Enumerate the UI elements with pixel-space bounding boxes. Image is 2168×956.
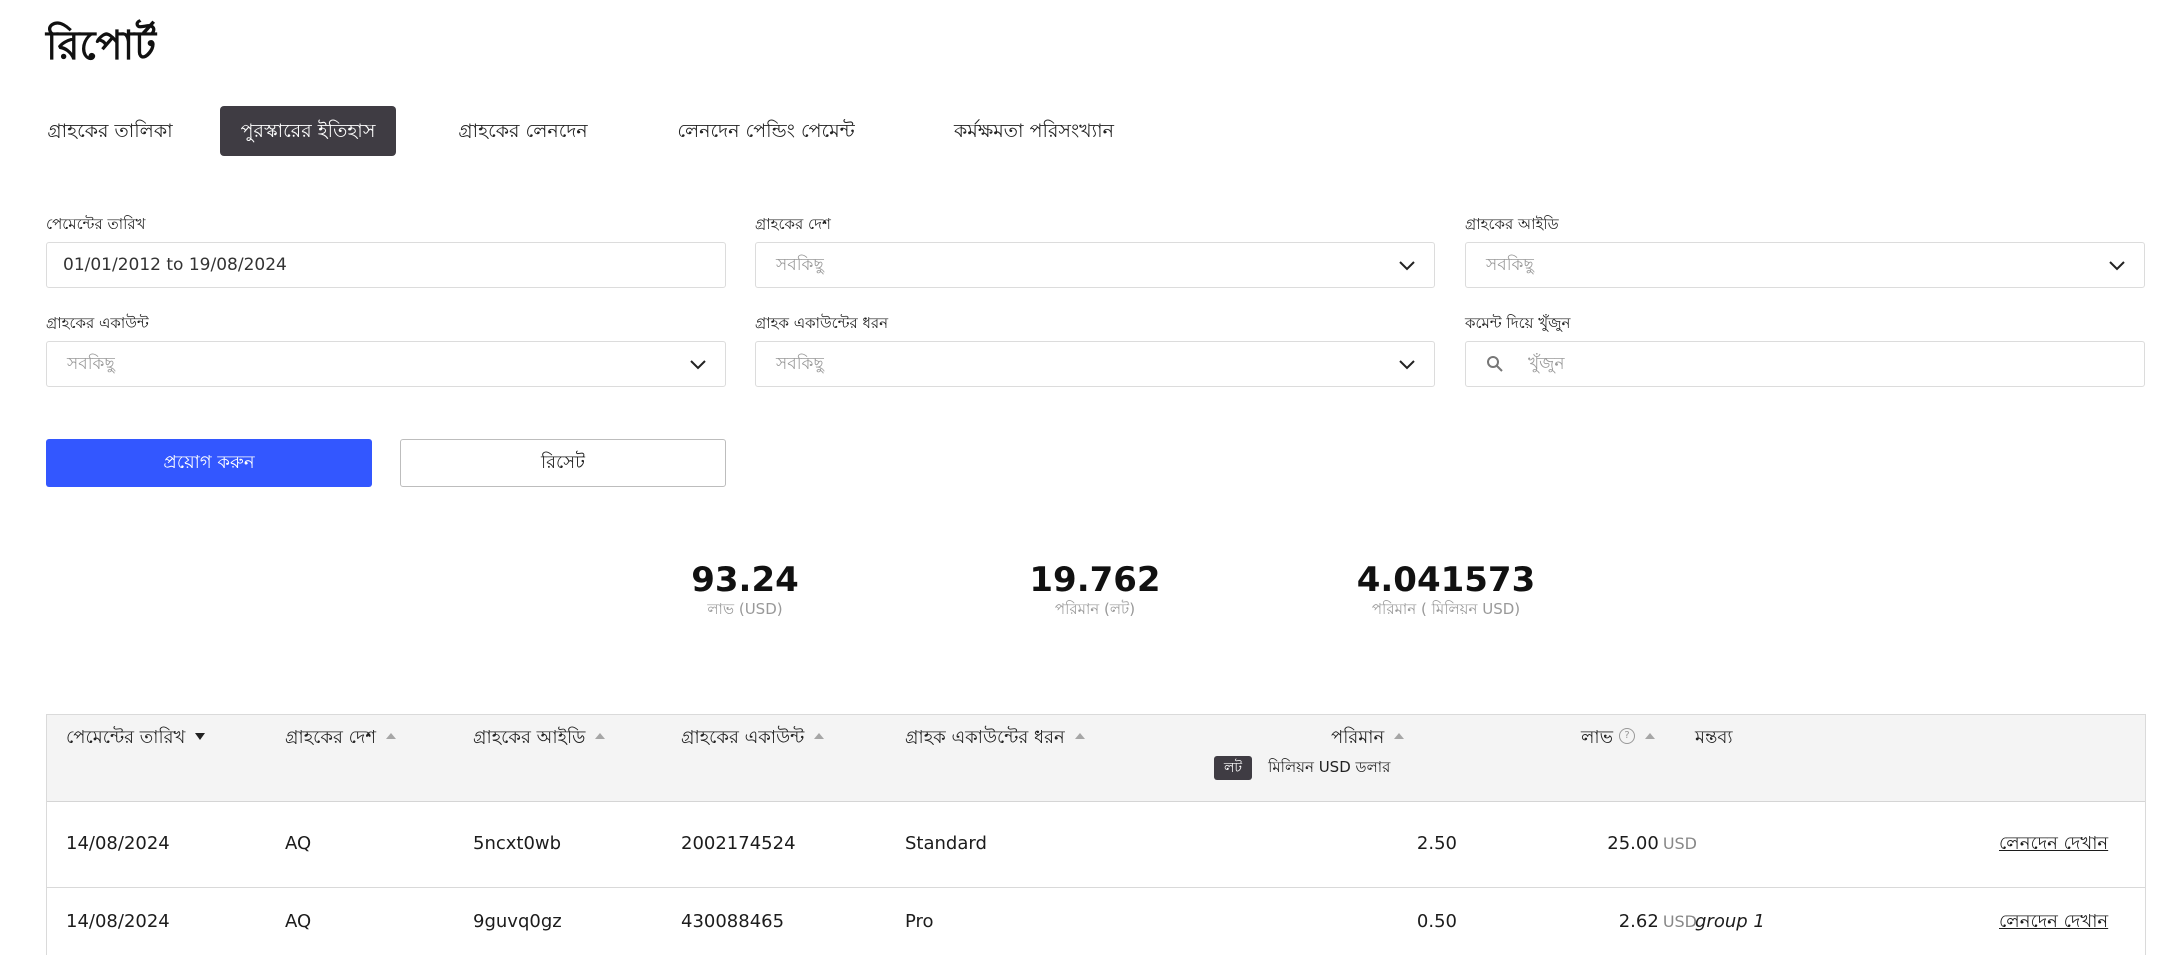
filter-client-id: গ্রাহকের আইডি সবকিছু bbox=[1465, 214, 2145, 288]
sort-asc-icon[interactable] bbox=[1074, 733, 1085, 739]
column-label: গ্রাহক একাউন্টের ধরন bbox=[905, 727, 1065, 748]
page-title: রিপোর্ট bbox=[46, 23, 157, 69]
volume-unit-toggle: লট মিলিয়ন USD ডলার bbox=[1214, 755, 1390, 781]
column-label: মন্তব্য bbox=[1695, 727, 1733, 748]
stat-value: 19.762 bbox=[1029, 560, 1161, 600]
stat-value: 4.041573 bbox=[1356, 560, 1536, 600]
view-transactions-link[interactable]: লেনদেন দেখান bbox=[1999, 888, 2108, 956]
stat-value: 93.24 bbox=[691, 560, 799, 600]
cell-account-type: Pro bbox=[905, 911, 934, 932]
stat-label: পরিমান ( মিলিয়ন USD) bbox=[1371, 600, 1521, 618]
column-header-payment-date[interactable]: পেমেন্টের তারিখ bbox=[66, 725, 206, 751]
cell-account: 2002174524 bbox=[681, 833, 796, 854]
column-header-country[interactable]: গ্রাহকের দেশ bbox=[285, 725, 397, 751]
cell-country: AQ bbox=[285, 911, 312, 932]
reset-button[interactable]: রিসেট bbox=[400, 439, 726, 487]
stat-label: পরিমান (লট) bbox=[1054, 600, 1136, 618]
chevron-down-icon[interactable] bbox=[689, 355, 707, 373]
payment-date-value: 01/01/2012 to 19/08/2024 bbox=[63, 255, 287, 275]
unit-lot-button[interactable]: লট bbox=[1214, 756, 1253, 780]
tab-reward-history[interactable]: পুরস্কারের ইতিহাস bbox=[220, 106, 396, 156]
select-placeholder: সবকিছু bbox=[776, 354, 824, 374]
sort-asc-icon[interactable] bbox=[814, 733, 825, 739]
client-account-select[interactable]: সবকিছু bbox=[46, 341, 726, 387]
filter-account-type: গ্রাহক একাউন্টের ধরন সবকিছু bbox=[755, 313, 1435, 387]
column-header-comment: মন্তব্য bbox=[1695, 725, 1733, 751]
view-transactions-link[interactable]: লেনদেন দেখান bbox=[1999, 801, 2108, 887]
chevron-down-icon[interactable] bbox=[1398, 355, 1416, 373]
cell-date: 14/08/2024 bbox=[66, 833, 170, 854]
filter-comment-search: কমেন্ট দিয়ে খুঁজুন খুঁজুন bbox=[1465, 313, 2145, 387]
select-placeholder: সবকিছু bbox=[776, 255, 824, 275]
cell-profit: 25.00 USD bbox=[1497, 801, 1697, 887]
stat-profit: 93.24 লাভ (USD) bbox=[595, 560, 895, 618]
sort-asc-icon[interactable] bbox=[1645, 733, 1656, 739]
search-icon bbox=[1487, 356, 1503, 372]
report-tabs: গ্রাহকের তালিকা পুরস্কারের ইতিহাস গ্রাহক… bbox=[46, 106, 1144, 156]
search-placeholder: খুঁজুন bbox=[1528, 354, 1565, 374]
filter-label: কমেন্ট দিয়ে খুঁজুন bbox=[1465, 314, 1571, 332]
filter-label: গ্রাহকের একাউন্ট bbox=[46, 314, 149, 332]
account-type-select[interactable]: সবকিছু bbox=[755, 341, 1435, 387]
column-label: লাভ bbox=[1581, 727, 1614, 748]
select-placeholder: সবকিছু bbox=[67, 354, 115, 374]
column-header-account[interactable]: গ্রাহকের একাউন্ট bbox=[681, 725, 825, 751]
column-label: গ্রাহকের দেশ bbox=[285, 727, 377, 748]
cell-country: AQ bbox=[285, 833, 312, 854]
filter-client-country: গ্রাহকের দেশ সবকিছু bbox=[755, 214, 1435, 288]
sort-asc-icon[interactable] bbox=[386, 733, 397, 739]
table-row: 14/08/2024 AQ 9guvq0gz 430088465 Pro 0.5… bbox=[47, 888, 2145, 956]
chevron-down-icon[interactable] bbox=[2108, 256, 2126, 274]
filter-label: গ্রাহক একাউন্টের ধরন bbox=[755, 314, 889, 332]
column-header-account-type[interactable]: গ্রাহক একাউন্টের ধরন bbox=[905, 725, 1085, 751]
cell-comment: group 1 bbox=[1695, 911, 1765, 932]
column-label: গ্রাহকের আইডি bbox=[473, 727, 586, 748]
profit-value: 25.00 bbox=[1607, 833, 1659, 854]
tab-pending-payments[interactable]: লেনদেন পেন্ডিং পেমেন্ট bbox=[666, 106, 866, 156]
column-header-profit[interactable]: লাভ? bbox=[1581, 725, 1656, 751]
column-header-client-id[interactable]: গ্রাহকের আইডি bbox=[473, 725, 606, 751]
cell-client-id: 5ncxt0wb bbox=[473, 833, 562, 854]
sort-desc-icon[interactable] bbox=[195, 732, 206, 740]
column-label: পরিমান bbox=[1331, 727, 1385, 748]
filter-client-account: গ্রাহকের একাউন্ট সবকিছু bbox=[46, 313, 726, 387]
stat-label: লাভ (USD) bbox=[707, 600, 783, 618]
help-icon[interactable]: ? bbox=[1619, 728, 1636, 744]
filter-payment-date: পেমেন্টের তারিখ 01/01/2012 to 19/08/2024 bbox=[46, 214, 726, 288]
cell-profit: 2.62 USD bbox=[1497, 888, 1697, 956]
cell-volume: 0.50 bbox=[1416, 911, 1457, 932]
table-row: 14/08/2024 AQ 5ncxt0wb 2002174524 Standa… bbox=[47, 801, 2145, 888]
payment-date-input[interactable]: 01/01/2012 to 19/08/2024 bbox=[46, 242, 726, 288]
profit-value: 2.62 bbox=[1618, 911, 1659, 932]
tab-performance-stats[interactable]: কর্মক্ষমতা পরিসংখ্যান bbox=[924, 106, 1144, 156]
column-label: গ্রাহকের একাউন্ট bbox=[681, 727, 805, 748]
cell-account-type: Standard bbox=[905, 833, 987, 854]
cell-volume: 2.50 bbox=[1416, 833, 1457, 854]
chevron-down-icon[interactable] bbox=[1398, 256, 1416, 274]
sort-asc-icon[interactable] bbox=[1394, 733, 1405, 739]
profit-currency: USD bbox=[1662, 912, 1697, 931]
rewards-table: পেমেন্টের তারিখ গ্রাহকের দেশ গ্রাহকের আই… bbox=[46, 714, 2146, 955]
column-header-volume[interactable]: পরিমান bbox=[1331, 725, 1405, 751]
sort-asc-icon[interactable] bbox=[595, 733, 606, 739]
comment-search-input[interactable]: খুঁজুন bbox=[1465, 341, 2145, 387]
filter-label: গ্রাহকের আইডি bbox=[1465, 215, 1559, 233]
filter-label: গ্রাহকের দেশ bbox=[755, 215, 831, 233]
stat-volume-lots: 19.762 পরিমান (লট) bbox=[945, 560, 1245, 618]
filter-label: পেমেন্টের তারিখ bbox=[46, 215, 146, 233]
cell-date: 14/08/2024 bbox=[66, 911, 170, 932]
unit-usd-button[interactable]: মিলিয়ন USD ডলার bbox=[1268, 756, 1390, 781]
apply-button[interactable]: প্রয়োগ করুন bbox=[46, 439, 372, 487]
stat-volume-usd: 4.041573 পরিমান ( মিলিয়ন USD) bbox=[1296, 560, 1596, 618]
column-label: পেমেন্টের তারিখ bbox=[66, 727, 186, 748]
client-id-select[interactable]: সবকিছু bbox=[1465, 242, 2145, 288]
tab-client-transactions[interactable]: গ্রাহকের লেনদেন bbox=[434, 106, 612, 156]
tab-client-list[interactable]: গ্রাহকের তালিকা bbox=[46, 106, 174, 156]
cell-account: 430088465 bbox=[681, 911, 785, 932]
profit-currency: USD bbox=[1662, 834, 1697, 853]
cell-client-id: 9guvq0gz bbox=[473, 911, 562, 932]
select-placeholder: সবকিছু bbox=[1486, 255, 1534, 275]
table-header: পেমেন্টের তারিখ গ্রাহকের দেশ গ্রাহকের আই… bbox=[47, 715, 2145, 802]
client-country-select[interactable]: সবকিছু bbox=[755, 242, 1435, 288]
